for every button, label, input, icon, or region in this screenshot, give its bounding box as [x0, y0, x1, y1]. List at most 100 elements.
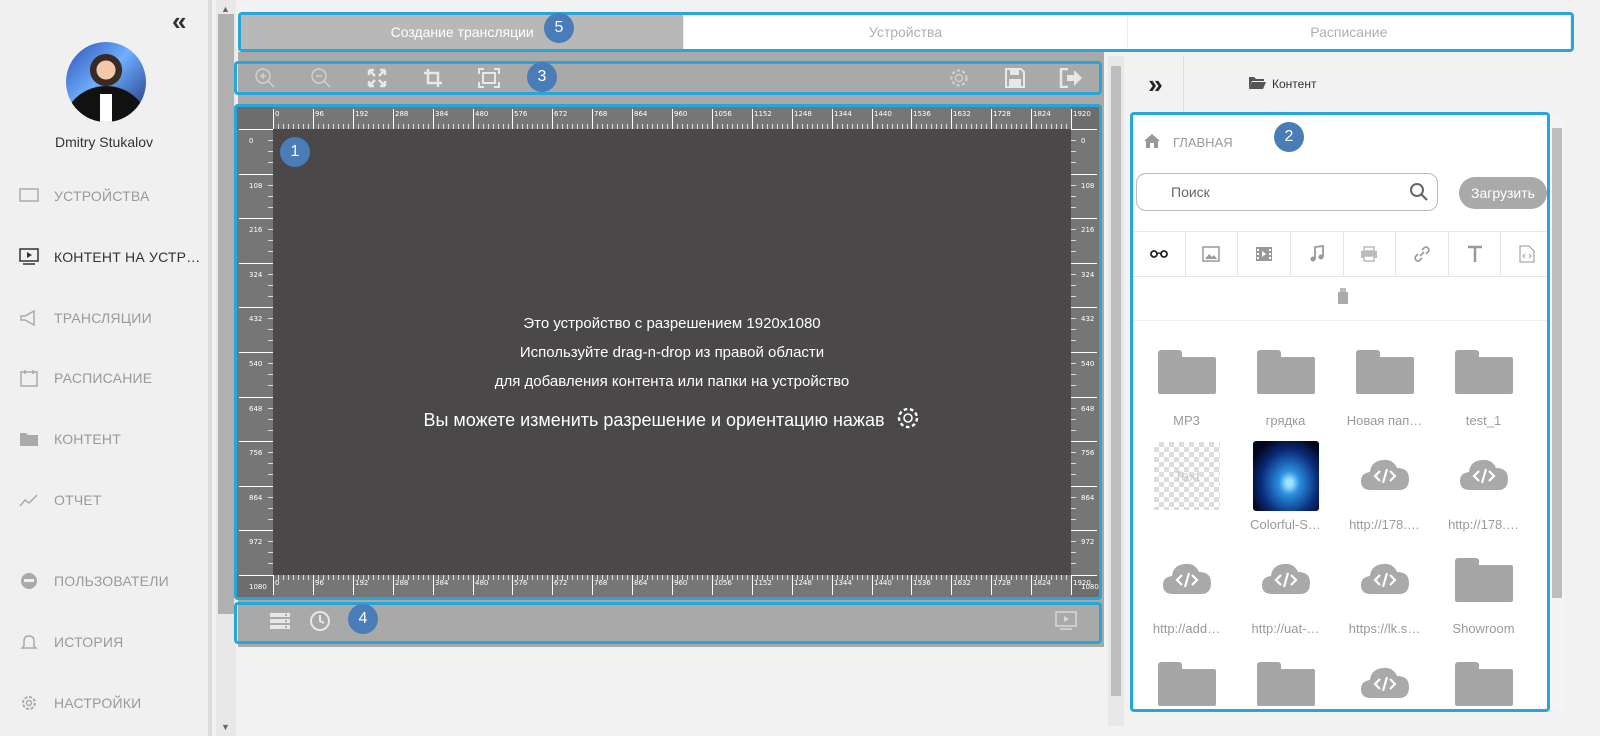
clock-icon[interactable]	[309, 610, 331, 637]
search-input[interactable]: Поиск	[1136, 173, 1438, 211]
ruler-minor-tick	[612, 575, 613, 580]
ruler-minor-tick	[343, 575, 344, 580]
top-tabs: Создание трансляции Устройства Расписани…	[238, 12, 1574, 52]
cloud-code-icon	[1359, 664, 1411, 705]
content-item-folder[interactable]: грядка	[1236, 327, 1335, 431]
sidebar-item-settings[interactable]: НАСТРОЙКИ	[0, 683, 208, 723]
tab-schedule[interactable]: Расписание	[1128, 15, 1571, 49]
panel-scrollbar[interactable]	[1550, 116, 1564, 710]
usb-drive-icon[interactable]	[1338, 288, 1348, 309]
sidebar-item-broadcasts[interactable]: ТРАНСЛЯЦИИ	[0, 298, 208, 338]
content-item-folder[interactable]: test_1	[1434, 327, 1533, 431]
search-icon[interactable]	[1409, 182, 1429, 205]
video-icon[interactable]	[1238, 232, 1291, 276]
scroll-thumb[interactable]	[1552, 128, 1562, 598]
sidebar-item-history[interactable]: ИСТОРИЯ	[0, 622, 208, 662]
folder-icon	[1455, 662, 1513, 706]
ruler-tick-label: 1152	[754, 579, 772, 587]
content-item-folder[interactable]: Showroom	[1434, 535, 1533, 639]
ruler-minor-tick	[971, 575, 972, 580]
save-icon[interactable]	[987, 64, 1043, 92]
content-item-web[interactable]: http://178.…	[1335, 431, 1434, 535]
content-item-folder[interactable]	[1137, 639, 1236, 709]
ruler-minor-tick	[483, 575, 484, 580]
fit-screen-icon[interactable]	[349, 64, 405, 92]
ruler-minor-tick	[941, 575, 942, 580]
sidebar-item-schedule[interactable]: РАСПИСАНИЕ	[0, 358, 208, 398]
content-item-text[interactable]: Text	[1137, 431, 1236, 535]
text-thumbnail-label: Text	[1174, 468, 1200, 484]
frame-icon[interactable]	[461, 64, 517, 92]
ruler-minor-tick	[1071, 430, 1076, 431]
ruler-tick-label: 1440	[874, 110, 892, 118]
sidebar-item-content[interactable]: КОНТЕНТ	[0, 419, 208, 459]
expand-panel-button[interactable]: »	[1128, 56, 1184, 112]
link-icon[interactable]	[1396, 232, 1449, 276]
content-item-caption: http://178.…	[1448, 517, 1519, 532]
crop-icon[interactable]	[405, 64, 461, 92]
ruler-tick	[1071, 129, 1097, 130]
gear-icon[interactable]	[895, 405, 921, 436]
content-item-web[interactable]: http://add…	[1137, 535, 1236, 639]
ruler-minor-tick	[1061, 575, 1062, 580]
main-scrollbar[interactable]: ▲ ▼	[216, 0, 236, 736]
content-item-folder[interactable]: Новая пап…	[1335, 327, 1434, 431]
tab-create-broadcast[interactable]: Создание трансляции	[241, 15, 685, 49]
upload-button[interactable]: Загрузить	[1459, 177, 1547, 209]
ruler-minor-tick	[378, 575, 379, 580]
ruler-tick-label: 1536	[913, 110, 931, 118]
collapse-sidebar-button[interactable]: «	[172, 8, 186, 34]
content-item-web[interactable]	[1335, 639, 1434, 709]
ruler-minor-tick	[532, 575, 533, 580]
content-item-image[interactable]: Colorful-S…	[1236, 431, 1335, 535]
editor-scrollbar[interactable]	[1108, 56, 1124, 726]
text-icon[interactable]	[1449, 232, 1502, 276]
ruler-minor-tick	[1001, 575, 1002, 580]
print-icon[interactable]	[1344, 232, 1397, 276]
content-item-web[interactable]: http://uat-…	[1236, 535, 1335, 639]
music-icon[interactable]	[1291, 232, 1344, 276]
ruler-tick-label: 1728	[993, 110, 1011, 118]
ruler-minor-tick	[1071, 363, 1076, 364]
ruler-minor-tick	[557, 575, 558, 580]
tab-devices[interactable]: Устройства	[684, 15, 1128, 49]
layers-icon[interactable]	[269, 611, 291, 636]
ruler-tick	[239, 575, 273, 576]
ruler-tick	[712, 109, 713, 129]
content-item-folder[interactable]	[1236, 639, 1335, 709]
drop-stage[interactable]: Это устройство с разрешением 1920x1080 И…	[273, 129, 1071, 575]
code-file-icon[interactable]	[1501, 232, 1547, 276]
ruler-minor-tick	[493, 575, 494, 580]
ruler-tick-label: 384	[435, 579, 449, 587]
ruler-minor-tick	[1071, 463, 1076, 464]
ruler-tick	[592, 109, 593, 129]
sidebar-item-devices[interactable]: УСТРОЙСТВА	[0, 176, 208, 216]
ruler-minor-tick	[1071, 452, 1076, 453]
scroll-thumb[interactable]	[1111, 66, 1121, 696]
sidebar-item-content-on-devices[interactable]: КОНТЕНТ НА УСТР…	[0, 237, 208, 277]
zoom-in-icon[interactable]	[237, 64, 293, 92]
sidebar-item-users[interactable]: ПОЛЬЗОВАТЕЛИ	[0, 561, 208, 601]
preview-icon[interactable]	[1055, 610, 1077, 636]
content-item-folder[interactable]	[1434, 639, 1533, 709]
ruler-tick-label: 108	[1081, 182, 1095, 190]
avatar[interactable]	[66, 42, 146, 122]
breadcrumb[interactable]: ГЛАВНАЯ	[1143, 133, 1233, 152]
content-item-web[interactable]: https://lk.s…	[1335, 535, 1434, 639]
image-icon[interactable]	[1186, 232, 1239, 276]
gear-icon[interactable]	[931, 64, 987, 92]
scroll-thumb[interactable]	[218, 14, 234, 614]
exit-icon[interactable]	[1043, 64, 1099, 92]
content-item-folder[interactable]: MP3	[1137, 327, 1236, 431]
zoom-out-icon[interactable]	[293, 64, 349, 92]
content-item-web[interactable]: http://178.…	[1434, 431, 1533, 535]
scroll-down-icon[interactable]: ▼	[221, 722, 230, 732]
ruler-minor-tick	[667, 575, 668, 580]
ruler-tick-label: 1344	[834, 579, 852, 587]
ruler-tick-label: 1056	[714, 110, 732, 118]
scroll-up-icon[interactable]: ▲	[221, 4, 230, 14]
sidebar-item-report[interactable]: ОТЧЕТ	[0, 480, 208, 520]
ruler-minor-tick	[602, 575, 603, 580]
glasses-icon[interactable]	[1133, 232, 1186, 276]
ruler-tick	[792, 575, 793, 595]
